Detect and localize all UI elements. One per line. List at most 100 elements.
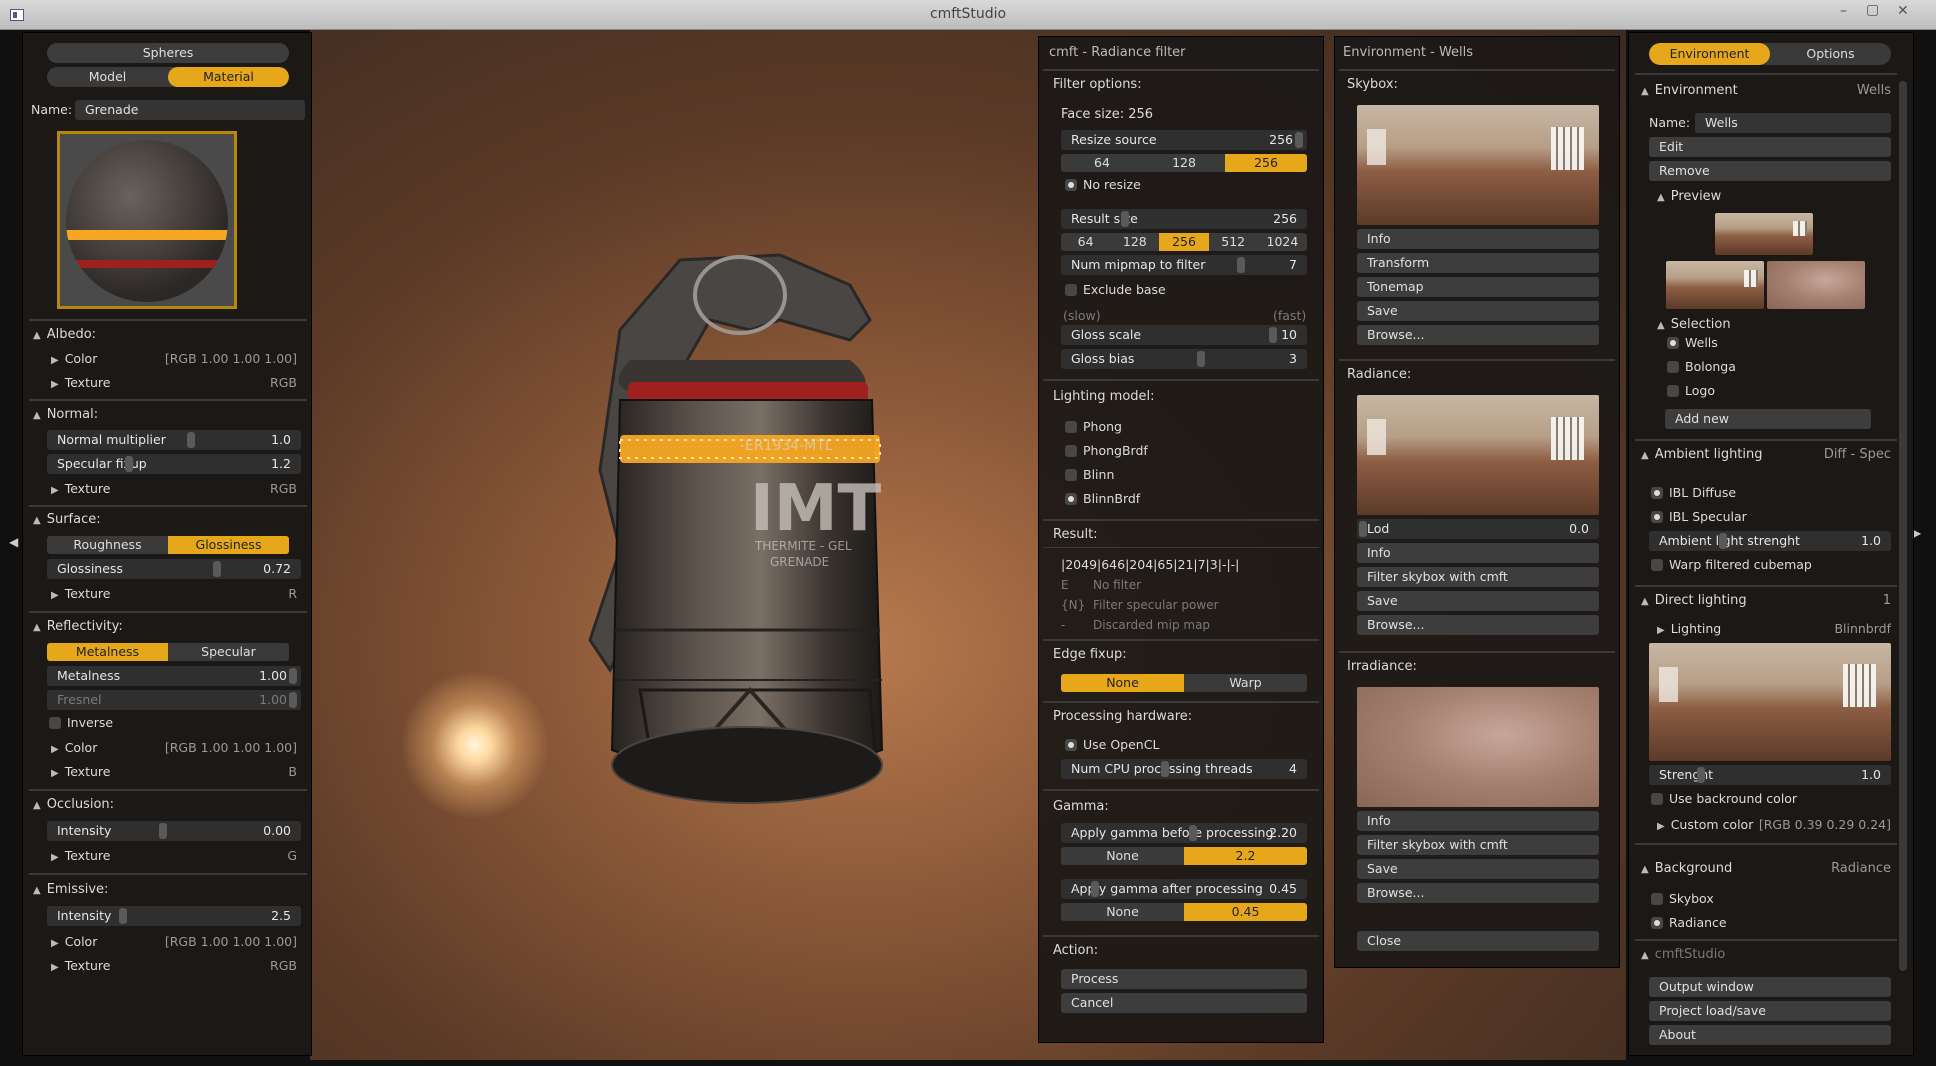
model-phongbrdf-radio[interactable] xyxy=(1065,445,1077,457)
gamma-after-slider[interactable]: Apply gamma after processing 0.45 xyxy=(1061,879,1307,899)
section-occlusion[interactable]: ▲ Occlusion: xyxy=(33,795,114,815)
edge-warp-option[interactable]: Warp xyxy=(1184,674,1307,692)
section-preview[interactable]: ▲ Preview xyxy=(1657,187,1721,207)
normal-texture-row[interactable]: ▶ Texture RGB xyxy=(51,479,297,499)
use-opencl-radio[interactable] xyxy=(1065,739,1077,751)
section-normal[interactable]: ▲ Normal: xyxy=(33,405,98,425)
tab-spheres[interactable]: Spheres xyxy=(47,43,289,63)
resize-option-128[interactable]: 128 xyxy=(1143,154,1225,172)
edge-none-option[interactable]: None xyxy=(1061,674,1184,692)
model-blinn-radio[interactable] xyxy=(1065,469,1077,481)
env-name-input[interactable]: Wells xyxy=(1695,113,1891,133)
use-background-color-checkbox[interactable] xyxy=(1651,793,1663,805)
material-name-input[interactable]: Grenade xyxy=(75,100,305,120)
ibl-diffuse-radio[interactable] xyxy=(1651,487,1663,499)
tab-material[interactable]: Material xyxy=(168,67,289,87)
tab-metalness[interactable]: Metalness xyxy=(47,643,168,661)
inverse-checkbox[interactable] xyxy=(49,717,61,729)
bg-radiance-radio[interactable] xyxy=(1651,917,1663,929)
about-button[interactable]: About xyxy=(1649,1025,1891,1045)
result-size-slider[interactable]: Result size 256 xyxy=(1061,209,1307,229)
result-option-1024[interactable]: 1024 xyxy=(1258,233,1307,251)
tab-model[interactable]: Model xyxy=(47,67,168,87)
warp-cubemap-checkbox[interactable] xyxy=(1651,559,1663,571)
custom-color-row[interactable]: ▶ Custom color [RGB 0.39 0.29 0.24] xyxy=(1657,815,1891,835)
result-option-64[interactable]: 64 xyxy=(1061,233,1110,251)
section-ambient-lighting[interactable]: ▲ Ambient lighting Diff - Spec xyxy=(1641,445,1891,465)
glossiness-slider[interactable]: Glossiness 0.72 xyxy=(47,559,301,579)
collapse-left-icon[interactable]: ◀ xyxy=(9,535,18,549)
gamma-after-value[interactable]: 0.45 xyxy=(1184,903,1307,921)
section-direct-lighting[interactable]: ▲ Direct lighting 1 xyxy=(1641,591,1891,611)
skybox-thumbnail[interactable] xyxy=(1357,105,1599,225)
exclude-base-checkbox[interactable] xyxy=(1065,284,1077,296)
radiance-info-button[interactable]: Info xyxy=(1357,543,1599,563)
close-icon[interactable]: ✕ xyxy=(1897,3,1909,19)
section-albedo[interactable]: ▲ Albedo: xyxy=(33,325,96,345)
emissive-intensity-slider[interactable]: Intensity 2.5 xyxy=(47,906,301,926)
tab-specular[interactable]: Specular xyxy=(168,643,289,661)
skybox-info-button[interactable]: Info xyxy=(1357,229,1599,249)
no-resize-radio[interactable] xyxy=(1065,179,1077,191)
output-window-button[interactable]: Output window xyxy=(1649,977,1891,997)
result-option-256[interactable]: 256 xyxy=(1159,233,1209,251)
emissive-texture-row[interactable]: ▶ Texture RGB xyxy=(51,956,297,976)
tab-environment[interactable]: Environment xyxy=(1649,43,1770,65)
irradiance-browse-button[interactable]: Browse... xyxy=(1357,883,1599,903)
skybox-transform-button[interactable]: Transform xyxy=(1357,253,1599,273)
close-env-button[interactable]: Close xyxy=(1357,931,1599,951)
right-panel-scrollbar[interactable] xyxy=(1899,81,1907,971)
selection-logo-radio[interactable] xyxy=(1667,385,1679,397)
gamma-before-value[interactable]: 2.2 xyxy=(1184,847,1307,865)
section-background[interactable]: ▲ Background Radiance xyxy=(1641,859,1891,879)
resize-option-256[interactable]: 256 xyxy=(1225,154,1307,172)
irradiance-info-button[interactable]: Info xyxy=(1357,811,1599,831)
mipmap-count-slider[interactable]: Num mipmap to filter 7 xyxy=(1061,255,1307,275)
bg-skybox-radio[interactable] xyxy=(1651,893,1663,905)
occlusion-intensity-slider[interactable]: Intensity 0.00 xyxy=(47,821,301,841)
occlusion-texture-row[interactable]: ▶ Texture G xyxy=(51,846,297,866)
surface-texture-row[interactable]: ▶ Texture R xyxy=(51,584,297,604)
cpu-threads-slider[interactable]: Num CPU processing threads4 xyxy=(1061,759,1307,779)
metalness-slider[interactable]: Metalness 1.00 xyxy=(47,666,301,686)
section-surface[interactable]: ▲ Surface: xyxy=(33,510,101,530)
skybox-browse-button[interactable]: Browse... xyxy=(1357,325,1599,345)
gamma-before-none[interactable]: None xyxy=(1061,847,1184,865)
project-load-save-button[interactable]: Project load/save xyxy=(1649,1001,1891,1021)
radiance-save-button[interactable]: Save xyxy=(1357,591,1599,611)
albedo-color-row[interactable]: ▶ Color [RGB 1.00 1.00 1.00] xyxy=(51,349,297,369)
tab-roughness[interactable]: Roughness xyxy=(47,536,168,554)
gloss-scale-slider[interactable]: Gloss scale 10 xyxy=(1061,325,1307,345)
normal-multiplier-slider[interactable]: Normal multiplier 1.0 xyxy=(47,430,301,450)
model-phong-radio[interactable] xyxy=(1065,421,1077,433)
reflectivity-color-row[interactable]: ▶ Color [RGB 1.00 1.00 1.00] xyxy=(51,738,297,758)
radiance-thumbnail[interactable] xyxy=(1357,395,1599,515)
resize-option-64[interactable]: 64 xyxy=(1061,154,1143,172)
selection-wells-radio[interactable] xyxy=(1667,337,1679,349)
lighting-row[interactable]: ▶ Lighting Blinnbrdf xyxy=(1657,619,1891,639)
emissive-color-row[interactable]: ▶ Color [RGB 1.00 1.00 1.00] xyxy=(51,932,297,952)
tab-options[interactable]: Options xyxy=(1770,43,1891,65)
irradiance-filter-skybox-with-cmft-button[interactable]: Filter skybox with cmft xyxy=(1357,835,1599,855)
selection-bolonga-radio[interactable] xyxy=(1667,361,1679,373)
add-new-button[interactable]: Add new xyxy=(1665,409,1871,429)
light-strength-slider[interactable]: Strenght 1.0 xyxy=(1649,765,1891,785)
lod-slider[interactable]: Lod 0.0 xyxy=(1357,519,1599,539)
resize-source-slider[interactable]: Resize source 256 xyxy=(1061,130,1307,150)
process-button[interactable]: Process xyxy=(1061,969,1307,989)
section-cmftstudio[interactable]: ▲ cmftStudio xyxy=(1641,945,1725,965)
gamma-after-none[interactable]: None xyxy=(1061,903,1184,921)
specular-fixup-slider[interactable]: Specular fixup 1.2 xyxy=(47,454,301,474)
tab-glossiness[interactable]: Glossiness xyxy=(168,536,289,554)
gamma-before-slider[interactable]: Apply gamma before processing 2.20 xyxy=(1061,823,1307,843)
remove-button[interactable]: Remove xyxy=(1649,161,1891,181)
ambient-strength-slider[interactable]: Ambient light strenght 1.0 xyxy=(1649,531,1891,551)
irradiance-thumbnail[interactable] xyxy=(1357,687,1599,807)
reflectivity-texture-row[interactable]: ▶ Texture B xyxy=(51,762,297,782)
cancel-button[interactable]: Cancel xyxy=(1061,993,1307,1013)
section-selection[interactable]: ▲ Selection xyxy=(1657,315,1731,335)
albedo-texture-row[interactable]: ▶ Texture RGB xyxy=(51,373,297,393)
section-reflectivity[interactable]: ▲ Reflectivity: xyxy=(33,617,123,637)
ibl-specular-radio[interactable] xyxy=(1651,511,1663,523)
edit-button[interactable]: Edit xyxy=(1649,137,1891,157)
